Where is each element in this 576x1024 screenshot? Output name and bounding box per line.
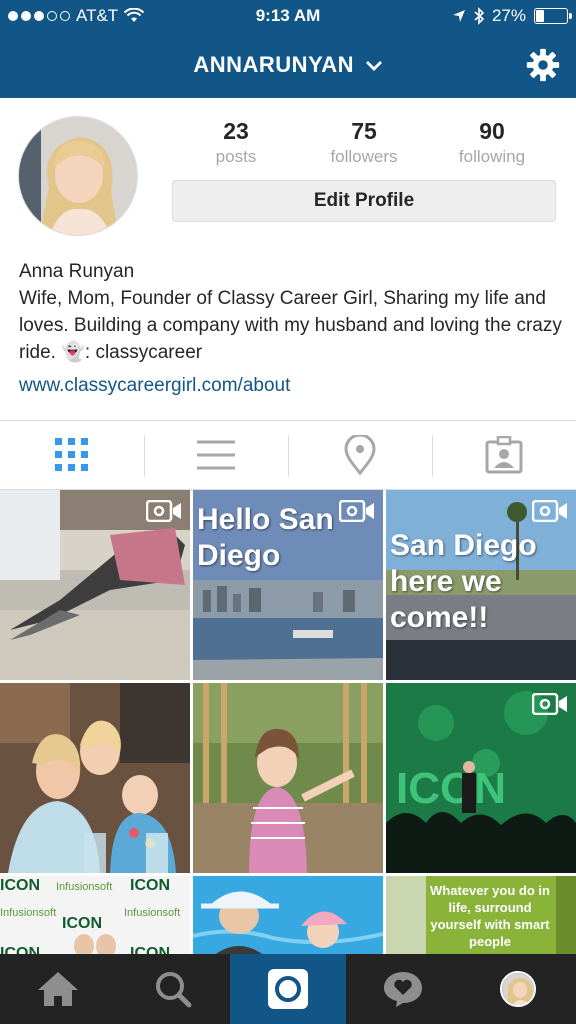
username-dropdown[interactable]: ANNARUNYAN [0,52,576,78]
backdrop-brand: Infusionsoft [56,881,112,893]
caption-text: Whatever you do in life, surround yourse… [430,883,550,949]
followers-stat[interactable]: 75 followers [304,118,424,167]
backdrop-logo: ICON [62,915,102,932]
post-photo [0,683,190,873]
tab-list[interactable] [144,421,288,489]
following-stat[interactable]: 90 following [432,118,552,167]
top-header: AT&T 9:13 AM 27% ANNARUNYAN [0,0,576,98]
following-count: 90 [479,118,505,144]
website-link[interactable]: www.classycareergirl.com/about [19,372,564,399]
location-pin-icon [344,435,376,475]
status-bar: AT&T 9:13 AM 27% [0,0,576,32]
home-icon [37,972,78,1006]
bio-text: Wife, Mom, Founder of Classy Career Girl… [19,288,562,363]
followers-count: 75 [351,118,377,144]
backdrop-logo: ICON [130,945,170,954]
tab-activity[interactable] [346,954,461,1024]
grid-post[interactable] [193,876,383,954]
grid-post[interactable]: San Diego here we come!! [386,490,576,680]
list-icon [197,440,235,470]
followers-label: followers [330,147,398,166]
tab-grid[interactable] [0,421,144,489]
bio-section: Anna Runyan Wife, Mom, Founder of Classy… [19,258,564,399]
search-icon [155,972,192,1008]
grid-post[interactable]: ICON [386,683,576,873]
tab-search[interactable] [115,954,230,1024]
post-photo [193,683,383,873]
gear-icon[interactable] [524,46,562,84]
battery-percent: 27% [491,6,526,25]
caption-text: Hello San Diego [197,503,334,572]
icon-logo-text: ICON [396,764,506,813]
video-camera-icon [532,500,567,522]
tab-camera[interactable] [230,954,346,1024]
post-photo [193,876,383,954]
grid-post[interactable] [0,683,190,873]
activity-heart-bubble-icon [384,972,423,1007]
avatar-photo [19,117,137,235]
bottom-tab-bar [0,954,576,1024]
grid-post[interactable] [0,490,190,680]
backdrop-logo: ICON [130,877,170,894]
post-caption: Whatever you do in life, surround yourse… [430,882,550,950]
following-label: following [458,147,526,166]
photo-grid: Hello San Diego San Diego here we come!! [0,490,576,954]
nav-bar: ANNARUNYAN [0,32,576,98]
battery-level [536,10,544,22]
chevron-down-icon [365,61,382,71]
backdrop-logo: ICON [0,945,40,954]
camera-icon [268,969,308,1009]
battery-icon [534,8,572,24]
video-camera-icon [146,500,181,522]
bluetooth-icon [474,7,484,25]
profile-avatar[interactable] [18,116,138,236]
edit-profile-button[interactable]: Edit Profile [172,180,556,222]
status-right: 27% [452,6,572,26]
video-camera-icon [339,500,374,522]
caption-text: San Diego here we come!! [390,529,537,634]
tab-tagged[interactable] [432,421,576,489]
profile-view-tabs [0,420,576,490]
grid-icon [55,438,88,471]
profile-name: Anna Runyan [19,261,135,282]
posts-count: 23 [223,118,249,144]
backdrop-brand: Infusionsoft [0,907,56,919]
grid-post[interactable] [193,683,383,873]
tab-location[interactable] [288,421,432,489]
grid-post[interactable]: Hello San Diego [193,490,383,680]
backdrop-brand: Infusionsoft [124,907,180,919]
profile-stats: 23 posts 75 followers 90 following [172,118,556,167]
post-caption: San Diego here we come!! [390,528,576,636]
backdrop-logo: ICON [0,877,40,894]
posts-stat: 23 posts [176,118,296,167]
posts-label: posts [215,147,257,166]
video-camera-icon [532,693,567,715]
tab-profile[interactable] [461,954,576,1024]
username-label: ANNARUNYAN [193,52,355,77]
grid-post[interactable]: Whatever you do in life, surround yourse… [386,876,576,954]
tagged-person-icon [485,436,523,474]
profile-tab-avatar [500,971,537,1007]
tab-home[interactable] [0,954,115,1024]
grid-post[interactable]: ICON ICON ICON ICON ICON Infusionsoft In… [0,876,190,954]
post-photo: ICON ICON ICON ICON ICON Infusionsoft In… [0,876,190,954]
location-arrow-icon [452,10,465,22]
